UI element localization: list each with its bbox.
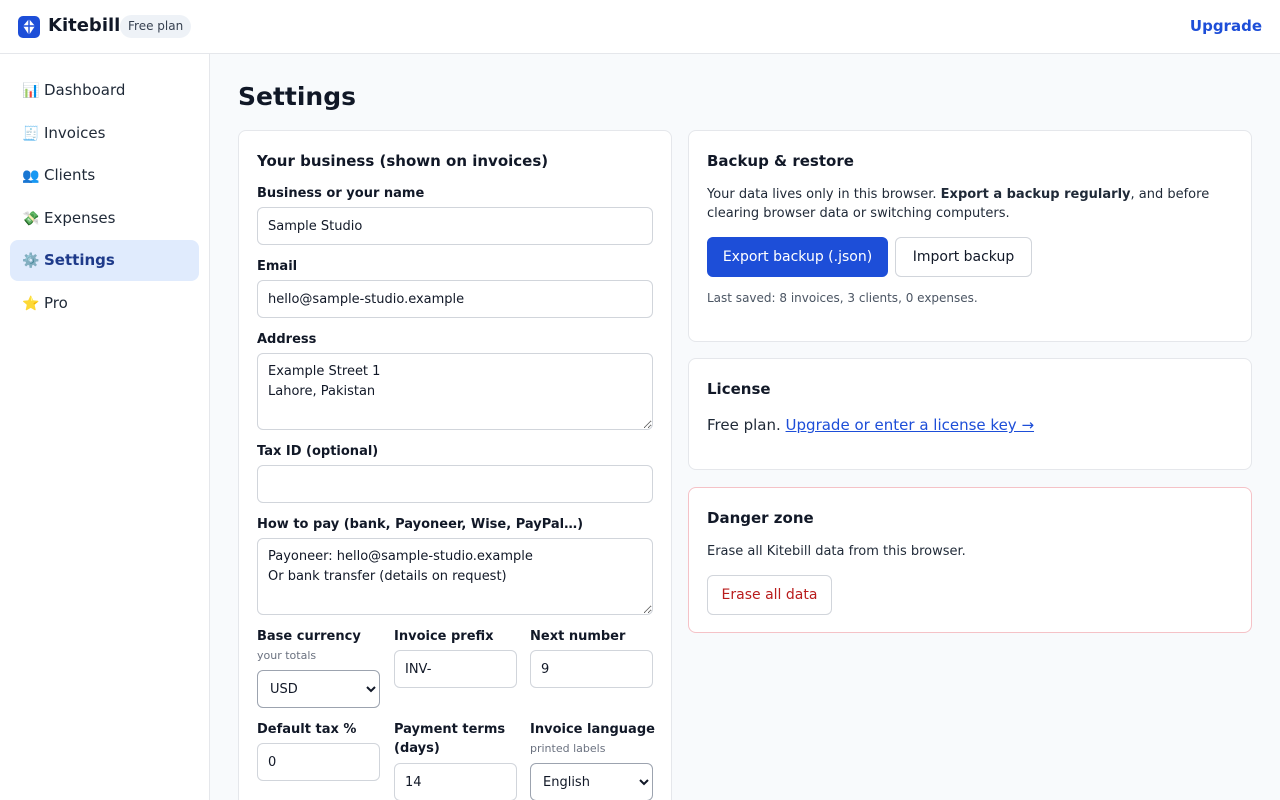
license-card: License Free plan. Upgrade or enter a li… bbox=[688, 358, 1252, 470]
invoice-prefix-input[interactable] bbox=[394, 650, 517, 688]
sidebar-item-label: Clients bbox=[44, 166, 96, 184]
gear-icon: ⚙️ bbox=[22, 253, 40, 269]
payment-terms-input[interactable] bbox=[394, 763, 517, 800]
kite-logo-icon bbox=[18, 16, 40, 38]
invoice-language-select[interactable]: English bbox=[530, 763, 653, 800]
email-field[interactable] bbox=[257, 280, 653, 318]
erase-all-data-button[interactable]: Erase all data bbox=[707, 575, 832, 615]
invoice-language-label: Invoice language bbox=[530, 722, 655, 737]
next-number-label: Next number bbox=[530, 629, 626, 644]
address-label: Address bbox=[257, 332, 317, 347]
address-textarea[interactable]: Example Street 1 Lahore, Pakistan bbox=[257, 353, 653, 430]
plan-badge: Free plan bbox=[120, 15, 192, 38]
backup-desc-start: Your data lives only in this browser. bbox=[707, 187, 941, 202]
chart-icon: 📊 bbox=[22, 83, 40, 99]
invoice-prefix-label: Invoice prefix bbox=[394, 629, 494, 644]
sidebar-item-label: Pro bbox=[44, 294, 68, 312]
receipt-icon: 🧾 bbox=[22, 126, 40, 142]
danger-zone-title: Danger zone bbox=[707, 509, 814, 527]
people-icon: 👥 bbox=[22, 168, 40, 184]
sidebar-item-label: Dashboard bbox=[44, 81, 126, 99]
page-title: Settings bbox=[238, 82, 357, 111]
sidebar-item-settings[interactable]: ⚙️ Settings bbox=[10, 240, 199, 281]
star-icon: ⭐ bbox=[22, 296, 40, 312]
sidebar-item-expenses[interactable]: 💸 Expenses bbox=[10, 198, 199, 239]
backup-description: Your data lives only in this browser. Ex… bbox=[707, 185, 1227, 223]
sidebar-item-label: Settings bbox=[44, 251, 115, 269]
sidebar: 📊 Dashboard 🧾 Invoices 👥 Clients 💸 Expenses … bbox=[0, 54, 210, 800]
business-card-title: Your business (shown on invoices) bbox=[257, 152, 549, 170]
import-backup-button[interactable]: Import backup bbox=[895, 237, 1032, 277]
business-card: Your business (shown on invoices) Busine… bbox=[238, 130, 672, 800]
upgrade-link[interactable]: Upgrade bbox=[1190, 17, 1262, 35]
top-bar: Kitebill Free plan Upgrade bbox=[0, 0, 1280, 54]
backup-card-title: Backup & restore bbox=[707, 152, 854, 170]
export-backup-button[interactable]: Export backup (.json) bbox=[707, 237, 888, 277]
license-card-title: License bbox=[707, 380, 771, 398]
money-wings-icon: 💸 bbox=[22, 211, 40, 227]
backup-desc-bold: Export a backup regularly bbox=[940, 187, 1131, 202]
tax-id-label: Tax ID (optional) bbox=[257, 444, 379, 459]
base-currency-label-text: Base currency bbox=[257, 629, 361, 644]
sidebar-item-pro[interactable]: ⭐ Pro bbox=[10, 283, 199, 324]
base-currency-select[interactable]: USD bbox=[257, 670, 380, 708]
base-currency-label: Base currency your totals bbox=[257, 627, 381, 665]
app-name: Kitebill bbox=[48, 15, 121, 36]
tax-id-input[interactable] bbox=[257, 465, 653, 503]
business-name-label: Business or your name bbox=[257, 186, 425, 201]
sidebar-item-clients[interactable]: 👥 Clients bbox=[10, 155, 199, 196]
default-tax-input[interactable] bbox=[257, 743, 380, 781]
invoice-language-hint: printed labels bbox=[530, 742, 606, 755]
upgrade-license-link[interactable]: Upgrade or enter a license key → bbox=[786, 416, 1034, 434]
backup-card: Backup & restore Your data lives only in… bbox=[688, 130, 1252, 342]
danger-zone-description: Erase all Kitebill data from this browse… bbox=[707, 544, 966, 559]
last-saved-status: Last saved: 8 invoices, 3 clients, 0 exp… bbox=[707, 291, 978, 305]
base-currency-hint: your totals bbox=[257, 649, 317, 662]
sidebar-item-invoices[interactable]: 🧾 Invoices bbox=[10, 113, 199, 154]
default-tax-label: Default tax % bbox=[257, 722, 357, 737]
payment-terms-label: Payment terms (days) bbox=[394, 722, 506, 756]
how-to-pay-textarea[interactable]: Payoneer: hello@sample-studio.example Or… bbox=[257, 538, 653, 615]
license-status: Free plan. Upgrade or enter a license ke… bbox=[707, 416, 1034, 435]
danger-zone-card: Danger zone Erase all Kitebill data from… bbox=[688, 487, 1252, 633]
license-status-text: Free plan. bbox=[707, 416, 781, 434]
sidebar-item-label: Invoices bbox=[44, 124, 106, 142]
sidebar-item-dashboard[interactable]: 📊 Dashboard bbox=[10, 70, 199, 111]
next-number-input[interactable] bbox=[530, 650, 653, 688]
sidebar-item-label: Expenses bbox=[44, 209, 116, 227]
email-label: Email bbox=[257, 259, 298, 274]
business-name-input[interactable] bbox=[257, 207, 653, 245]
how-to-pay-label: How to pay (bank, Payoneer, Wise, PayPal… bbox=[257, 517, 584, 532]
